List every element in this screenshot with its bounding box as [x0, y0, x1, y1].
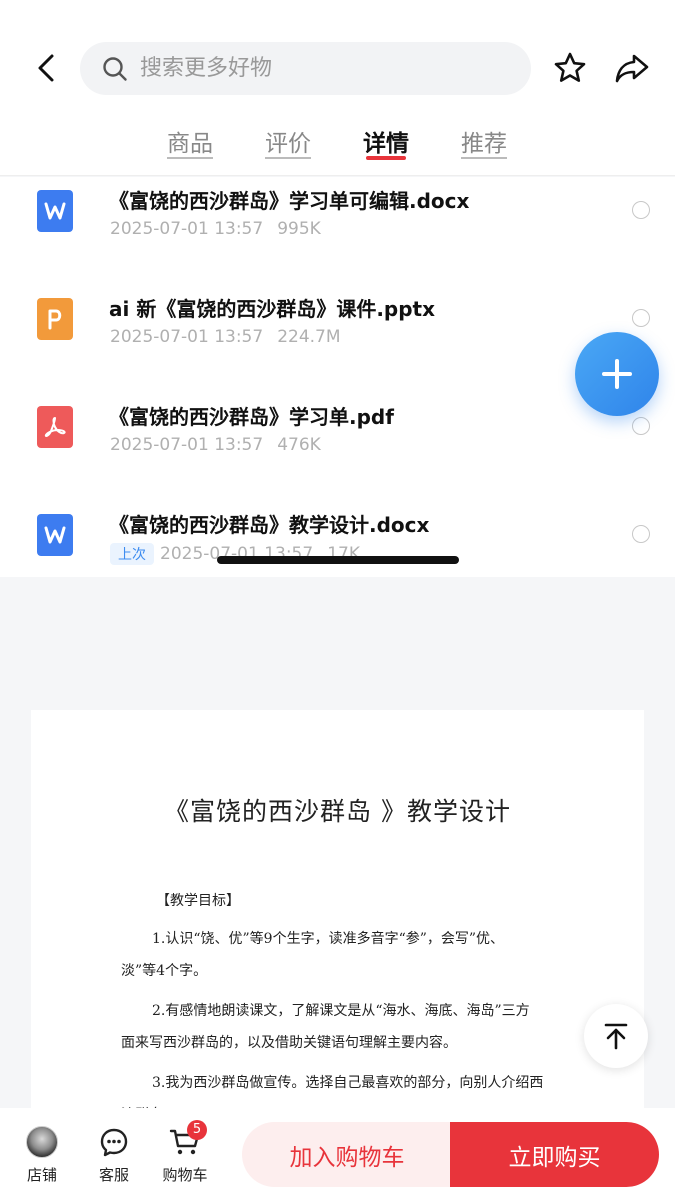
word-icon [37, 514, 73, 556]
document-line: 1.认识“饶、优”等9个生字，读准多音字“参”，会写”优、 [152, 931, 505, 947]
search-bar[interactable] [80, 42, 531, 95]
document-line: 2.有感情地朗读课文，了解课文是从“海水、海底、海岛”三方 [152, 1003, 530, 1019]
back-button[interactable] [28, 50, 64, 86]
top-header: 商品 评价 详情 推荐 [0, 0, 675, 176]
store-label: 店铺 [26, 1166, 57, 1184]
file-item[interactable]: 《富饶的西沙群岛》教学设计.docx 上次 2025-07-01 13:57 17K [0, 501, 675, 609]
add-fab-button[interactable] [575, 332, 659, 416]
document-preview: 《富饶的西沙群岛 》教学设计 【教学目标】 1.认识“饶、优”等9个生字，读准多… [31, 710, 644, 1130]
cart-button[interactable]: 5 购物车 [155, 1120, 215, 1185]
file-name: 《富饶的西沙群岛》教学设计.docx [109, 513, 430, 537]
plus-icon [602, 359, 632, 389]
file-meta: 2025-07-01 13:57 224.7M [110, 327, 341, 347]
search-input[interactable] [140, 56, 500, 81]
select-radio[interactable] [632, 417, 650, 435]
favorite-button[interactable] [552, 50, 588, 86]
word-icon [37, 190, 73, 232]
file-name: 《富饶的西沙群岛》学习单.pdf [109, 405, 394, 429]
customer-service-label: 客服 [98, 1166, 129, 1184]
search-icon [103, 56, 127, 81]
file-item[interactable]: ai 新《富饶的西沙群岛》课件.pptx 2025-07-01 13:57 224… [0, 285, 675, 393]
file-meta: 2025-07-01 13:57 995K [110, 219, 321, 239]
pdf-icon [37, 406, 73, 448]
star-icon [554, 52, 586, 82]
tab-details[interactable]: 详情 [363, 124, 409, 158]
document-heading: 【教学目标】 [156, 893, 240, 909]
buy-now-button[interactable]: 立即购买 [450, 1122, 659, 1187]
file-size: 476K [277, 435, 321, 455]
cart-label: 购物车 [162, 1166, 208, 1184]
file-list: 《富饶的西沙群岛》学习单可编辑.docx 2025-07-01 13:57 995… [0, 177, 675, 577]
last-opened-badge: 上次 [110, 543, 154, 565]
tab-reviews[interactable]: 评价 [265, 124, 311, 158]
file-size: 995K [277, 219, 321, 239]
drag-handle[interactable] [217, 556, 459, 564]
file-date: 2025-07-01 13:57 [110, 327, 264, 347]
cart-count-badge: 5 [187, 1120, 207, 1140]
store-button[interactable]: 店铺 [12, 1124, 72, 1185]
arrow-up-to-top-icon [604, 1023, 628, 1050]
back-to-top-button[interactable] [584, 1004, 648, 1068]
tab-recommend[interactable]: 推荐 [461, 124, 507, 158]
active-tab-indicator [366, 156, 406, 160]
share-icon [615, 54, 649, 83]
document-line: 3.我为西沙群岛做宣传。选择自己最喜欢的部分，向别人介绍西 [152, 1075, 544, 1091]
bottom-action-bar: 店铺 客服 5 购物车 加入购物车 立即购买 [0, 1108, 675, 1200]
chevron-left-icon [38, 54, 54, 82]
select-radio[interactable] [632, 525, 650, 543]
ppt-icon [37, 298, 73, 340]
add-to-cart-button[interactable]: 加入购物车 [242, 1122, 452, 1187]
file-item[interactable]: 《富饶的西沙群岛》学习单可编辑.docx 2025-07-01 13:57 995… [0, 177, 675, 285]
tab-bar: 商品 评价 详情 推荐 [0, 124, 675, 164]
file-name: ai 新《富饶的西沙群岛》课件.pptx [109, 297, 436, 321]
file-item[interactable]: 《富饶的西沙群岛》学习单.pdf 2025-07-01 13:57 476K [0, 393, 675, 501]
file-size: 224.7M [277, 327, 341, 347]
chat-bubble-icon [100, 1128, 128, 1157]
document-title: 《富饶的西沙群岛 》教学设计 [164, 797, 511, 826]
share-button[interactable] [613, 50, 651, 86]
file-date: 2025-07-01 13:57 [110, 435, 264, 455]
tab-product[interactable]: 商品 [167, 124, 213, 158]
document-line: 淡”等4个字。 [121, 963, 208, 979]
customer-service-button[interactable]: 客服 [84, 1124, 144, 1185]
file-date: 2025-07-01 13:57 [110, 219, 264, 239]
file-meta: 2025-07-01 13:57 476K [110, 435, 321, 455]
select-radio[interactable] [632, 201, 650, 219]
document-line: 面来写西沙群岛的，以及借助关键语句理解主要内容。 [121, 1035, 457, 1051]
select-radio[interactable] [632, 309, 650, 327]
file-name: 《富饶的西沙群岛》学习单可编辑.docx [109, 189, 470, 213]
store-avatar [26, 1126, 58, 1158]
